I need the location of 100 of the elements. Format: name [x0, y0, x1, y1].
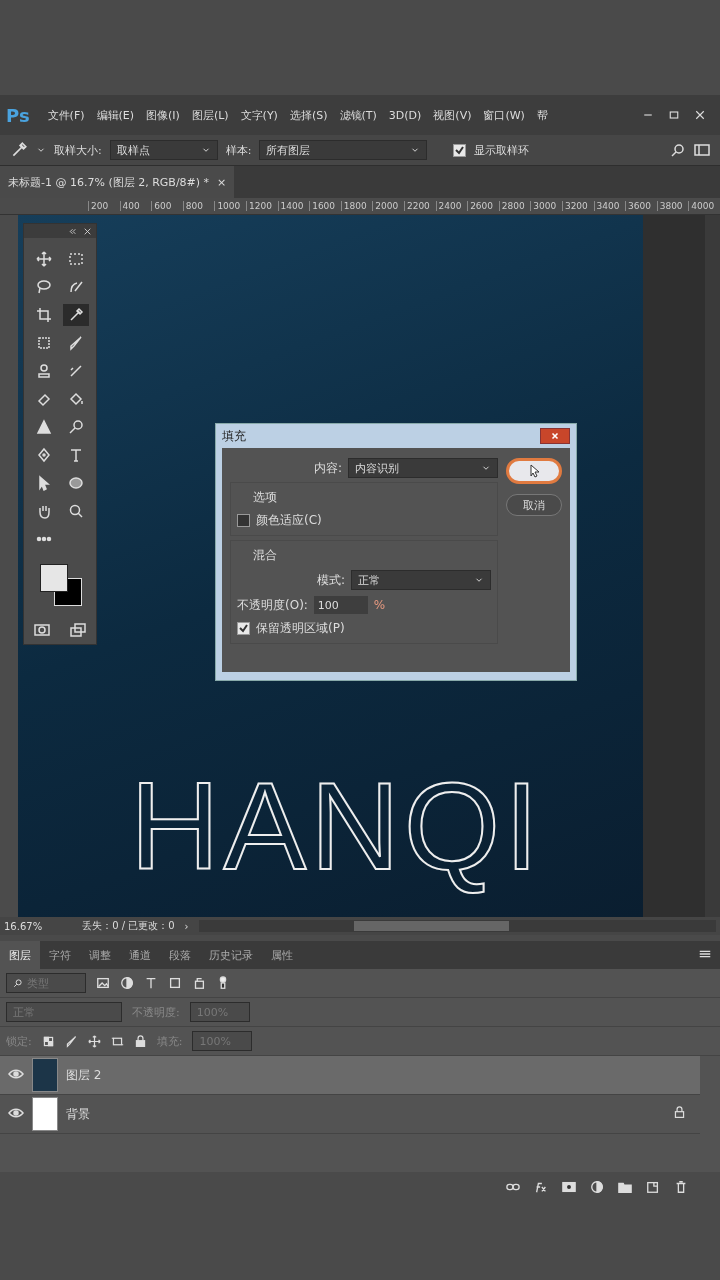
menu-item[interactable]: 窗口(W): [477, 107, 531, 123]
ruler-label: 1200: [245, 201, 278, 211]
tool-button[interactable]: [63, 304, 89, 326]
menu-item[interactable]: 文字(Y): [234, 107, 284, 123]
close-icon[interactable]: [694, 109, 706, 121]
close-button[interactable]: [540, 428, 570, 444]
ruler-label: 2400: [435, 201, 468, 211]
bucket-icon: [68, 391, 84, 407]
ellipse-icon: [68, 475, 84, 491]
checkbox-label: 颜色适应(C): [256, 512, 322, 529]
fx-icon[interactable]: [534, 1180, 548, 1194]
horizontal-scrollbar[interactable]: [198, 920, 716, 932]
trash-icon[interactable]: [674, 1180, 688, 1194]
checkbox[interactable]: [453, 143, 467, 157]
move-icon[interactable]: [87, 1034, 101, 1048]
menu-item[interactable]: 滤镜(T): [333, 107, 383, 123]
status-arrow[interactable]: ›: [184, 920, 189, 932]
search-icon: [13, 978, 23, 988]
search-icon[interactable]: [670, 142, 686, 158]
lock-pixels-icon[interactable]: [41, 1034, 55, 1048]
eyedropper-icon[interactable]: [10, 141, 28, 159]
shape-filter-icon[interactable]: [168, 976, 182, 990]
cancel-button[interactable]: 取消: [506, 494, 562, 516]
layer-thumbnail: [32, 1058, 58, 1092]
zoom-level: 16.67%: [4, 920, 43, 932]
document-tab[interactable]: 未标题-1 @ 16.7% (图层 2, RGB/8#) * ×: [0, 166, 235, 198]
layer-row[interactable]: 图层 2: [0, 1056, 700, 1095]
ruler-label: 800: [182, 201, 215, 211]
opacity-field[interactable]: 100: [313, 596, 368, 614]
menu-item[interactable]: 文件(F): [41, 107, 91, 123]
mode-label: 模式:: [316, 571, 345, 589]
panel-tab[interactable]: 字符: [40, 941, 80, 969]
menu-item[interactable]: 3D(D): [382, 108, 428, 122]
lasso-icon: [36, 279, 52, 295]
ruler-label: 1600: [309, 201, 341, 211]
image-filter-icon[interactable]: [96, 976, 110, 990]
folder-icon[interactable]: [618, 1180, 632, 1194]
mode-dropdown[interactable]: 正常: [351, 570, 491, 590]
screen-mode-icon[interactable]: [70, 622, 86, 638]
mask-icon[interactable]: [562, 1180, 576, 1194]
zoom-icon: [68, 503, 84, 519]
pointer-icon: [36, 475, 52, 491]
menu-item[interactable]: 帮: [530, 107, 554, 123]
quick-mask-icon[interactable]: [34, 622, 50, 638]
percent-sign: %: [373, 598, 386, 612]
contents-dropdown[interactable]: 内容识别: [348, 458, 498, 478]
ok-button[interactable]: [506, 458, 562, 484]
lock-icon: [673, 1106, 686, 1119]
dialog-title: 填充: [222, 427, 246, 445]
ruler-label: 3600: [625, 201, 657, 211]
ruler-label: 3800: [656, 201, 689, 211]
status-info: 丢失：0 / 已更改：0: [82, 919, 175, 933]
menu-item[interactable]: 视图(V): [427, 107, 478, 123]
foreground-swatch[interactable]: [40, 564, 68, 592]
menu-item[interactable]: 选择(S): [283, 107, 334, 123]
lock-icon[interactable]: [133, 1034, 147, 1048]
marquee-icon: [68, 251, 84, 267]
ruler-label: 2600: [467, 201, 499, 211]
adjustment-filter-icon[interactable]: [120, 976, 134, 990]
ruler-label: 600: [151, 201, 183, 211]
ruler-label: 200: [88, 201, 120, 211]
checkbox-label: 保留透明区域(P): [256, 620, 345, 637]
ruler-label: 2000: [372, 201, 404, 211]
panel-tab[interactable]: 通道: [120, 941, 160, 969]
brush-icon: [68, 335, 84, 351]
sample-size-dropdown[interactable]: 取样点: [109, 140, 218, 160]
sample-dropdown[interactable]: 所有图层: [259, 140, 428, 160]
panel-tab[interactable]: 段落: [160, 941, 200, 969]
ruler-label: 1800: [340, 201, 373, 211]
layer-name: 背景: [66, 1105, 90, 1123]
menu-item[interactable]: 图像(I): [140, 107, 186, 123]
close-icon[interactable]: [83, 226, 92, 236]
panel-tab[interactable]: 调整: [80, 941, 120, 969]
panel-tab[interactable]: 历史记录: [200, 941, 262, 969]
maximize-icon[interactable]: [668, 109, 680, 121]
panel-tab[interactable]: 属性: [262, 941, 302, 969]
checkbox[interactable]: [237, 622, 250, 635]
panel-icon[interactable]: [694, 142, 710, 158]
ruler-label: 3200: [561, 201, 594, 211]
selection-text: HANQI: [130, 756, 543, 897]
tab-close[interactable]: ×: [217, 175, 227, 189]
move-icon: [36, 251, 52, 267]
menu-item[interactable]: 图层(L): [185, 107, 235, 123]
eyedropper-icon: [68, 307, 84, 323]
menu-item[interactable]: 编辑(E): [90, 107, 141, 123]
hand-icon: [36, 503, 52, 519]
group-title: 混合: [252, 547, 278, 564]
layer-name: 图层 2: [66, 1066, 102, 1084]
ruler-label: 1400: [277, 201, 310, 211]
panel-tab[interactable]: 图层: [0, 941, 40, 969]
layer-row[interactable]: 背景: [0, 1095, 700, 1134]
brush-icon[interactable]: [64, 1034, 78, 1048]
collapse-icon[interactable]: [68, 226, 77, 236]
vertical-scrollbar[interactable]: [705, 215, 720, 917]
new-layer-icon[interactable]: [646, 1180, 660, 1194]
adjustment-icon[interactable]: [590, 1180, 604, 1194]
checkbox[interactable]: [237, 514, 250, 527]
type-filter-icon[interactable]: [144, 976, 158, 990]
close-icon: [550, 431, 560, 441]
ruler-label: 3000: [530, 201, 562, 211]
